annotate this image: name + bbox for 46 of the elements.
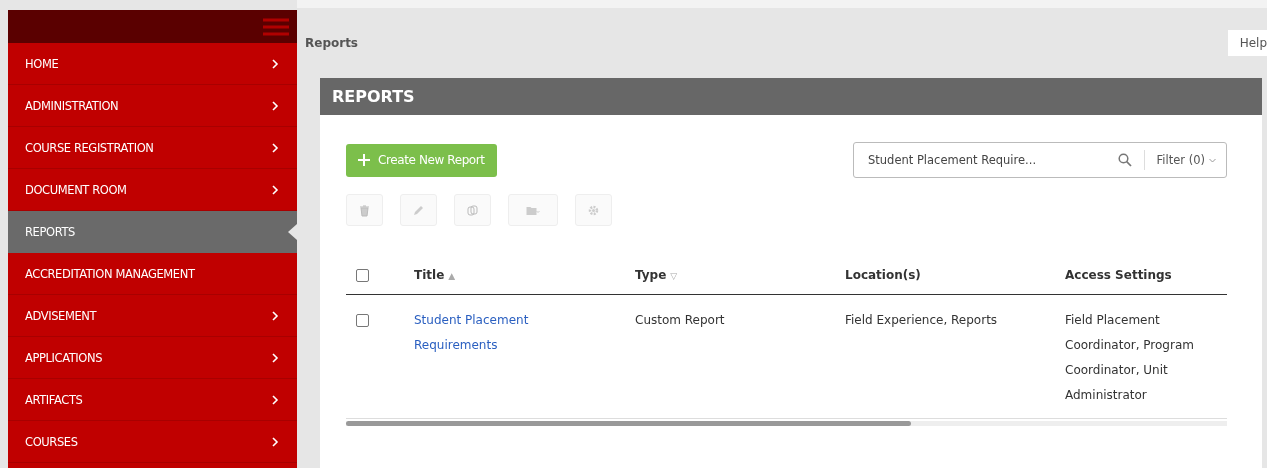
column-header[interactable]: Location(s) — [845, 268, 921, 282]
filter-dropdown[interactable]: Filter (0) — [1156, 153, 1216, 167]
folder-button[interactable] — [508, 194, 558, 226]
sidebar-item[interactable]: COURSE REGISTRATION — [8, 127, 297, 169]
sidebar-item[interactable]: COURSES — [8, 421, 297, 463]
panel-title: REPORTS — [320, 78, 1262, 115]
pencil-button[interactable] — [400, 194, 437, 226]
chevron-icon — [272, 310, 279, 321]
column-header[interactable]: Access Settings — [1065, 268, 1172, 282]
sidebar-item[interactable]: ACCREDITATION MANAGEMENT — [8, 253, 297, 295]
sidebar-item[interactable]: ADVISEMENT — [8, 295, 297, 337]
pencil-icon — [412, 203, 425, 217]
scrollbar-thumb[interactable] — [346, 421, 911, 426]
plus-icon — [358, 154, 370, 166]
copy-icon — [466, 203, 479, 217]
chevron-icon — [272, 142, 279, 153]
chevron-icon — [272, 352, 279, 363]
menu-icon[interactable] — [263, 16, 289, 37]
sidebar-item[interactable]: ADMINISTRATION — [8, 85, 297, 127]
help-button[interactable]: Help — [1227, 30, 1267, 56]
row-checkbox[interactable] — [356, 314, 369, 327]
chevron-icon — [272, 184, 279, 195]
sidebar-item[interactable]: APPLICATIONS — [8, 337, 297, 379]
table-cell-text: Field Experience, Reports — [845, 312, 998, 329]
select-all-checkbox[interactable] — [356, 269, 369, 282]
report-link[interactable]: Student Placement Requirements — [414, 308, 544, 358]
breadcrumb[interactable]: Reports — [305, 36, 358, 50]
column-header[interactable]: Title — [414, 268, 445, 282]
column-header[interactable]: Type — [635, 268, 667, 282]
chevron-icon — [272, 100, 279, 111]
chevron-icon — [272, 394, 279, 405]
sidebar-item[interactable]: REPORTS — [8, 211, 297, 253]
chevron-icon — [272, 58, 279, 69]
caret-icon — [1209, 157, 1216, 163]
search-field[interactable]: Student Placement Require... Filter (0) — [853, 142, 1227, 178]
sidebar-item[interactable]: HOME — [8, 43, 297, 85]
gear-button[interactable] — [575, 194, 612, 226]
copy-button[interactable] — [454, 194, 491, 226]
chevron-icon — [272, 436, 279, 447]
search-icon[interactable] — [1117, 153, 1132, 167]
table-cell-text: Custom Report — [635, 312, 725, 329]
sidebar-item[interactable]: ARTIFACTS — [8, 379, 297, 421]
gear-icon — [587, 203, 600, 217]
trash-button[interactable] — [346, 194, 383, 226]
table-cell-text: Field Placement Coordinator, Program Coordinator, Unit Administrator — [1065, 312, 1195, 404]
trash-icon — [358, 203, 371, 217]
